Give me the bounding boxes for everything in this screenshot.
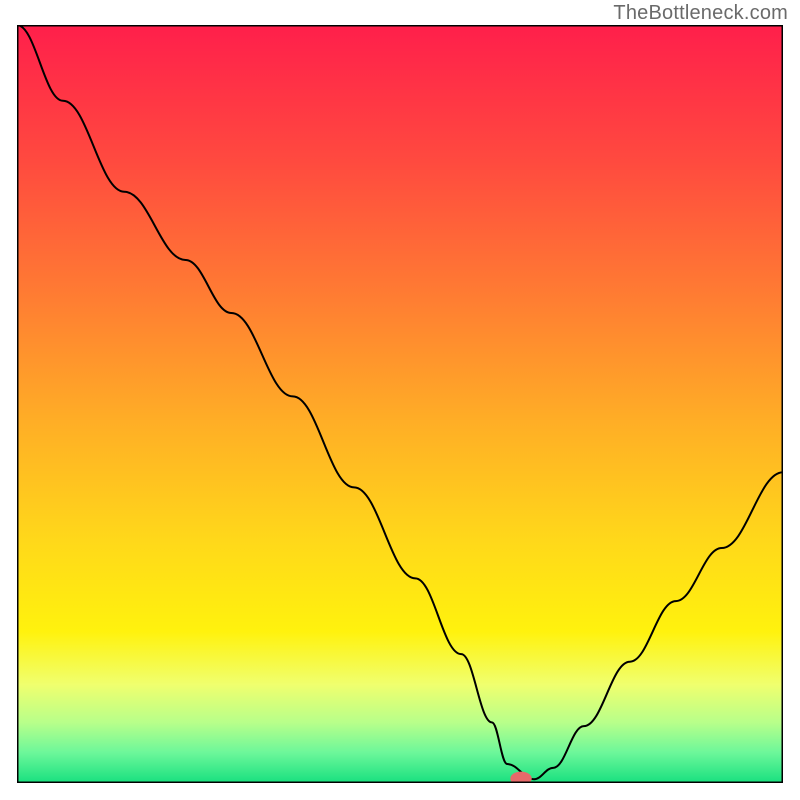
watermark-text: TheBottleneck.com — [613, 2, 788, 25]
bottleneck-chart — [17, 25, 783, 783]
chart-svg — [17, 25, 783, 783]
gradient-background — [17, 25, 783, 783]
